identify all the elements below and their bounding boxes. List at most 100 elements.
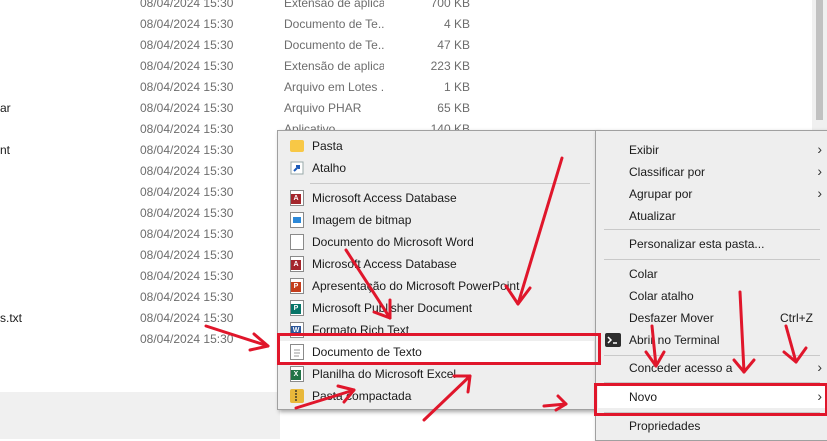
file-size: 700 KB bbox=[430, 0, 470, 10]
menu-separator bbox=[604, 355, 820, 356]
paste-shortcut-label: Colar atalho bbox=[629, 289, 694, 303]
file-size: 47 KB bbox=[437, 38, 470, 52]
file-date: 08/04/2024 15:30 bbox=[140, 80, 234, 94]
file-date: 08/04/2024 15:30 bbox=[140, 185, 234, 199]
explorer-status-area bbox=[0, 392, 280, 439]
customize-label: Personalizar esta pasta... bbox=[629, 237, 765, 251]
file-date: 08/04/2024 15:30 bbox=[140, 311, 234, 325]
file-type: Documento de Te... bbox=[284, 17, 384, 31]
file-date: 08/04/2024 15:30 bbox=[140, 227, 234, 241]
file-size: 223 KB bbox=[430, 59, 470, 73]
new-powerpoint-label: Apresentação do Microsoft PowerPoint bbox=[312, 279, 520, 293]
file-date: 08/04/2024 15:30 bbox=[140, 122, 234, 136]
new-excel-label: Planilha do Microsoft Excel bbox=[312, 367, 457, 381]
new-access-database-item-2[interactable]: A Microsoft Access Database bbox=[280, 253, 594, 275]
sort-by-label: Classificar por bbox=[629, 165, 706, 179]
file-date: 08/04/2024 15:30 bbox=[140, 290, 234, 304]
file-type: Extensão de aplica... bbox=[284, 0, 384, 10]
text-document-icon bbox=[290, 344, 304, 360]
new-publisher-label: Microsoft Publisher Document bbox=[312, 301, 473, 315]
file-row[interactable]: 08/04/2024 15:30 Arquivo em Lotes ... 1 KB bbox=[0, 77, 480, 98]
folder-icon bbox=[290, 140, 304, 152]
give-access-label: Conceder acesso a bbox=[629, 361, 733, 375]
word-document-icon bbox=[290, 234, 304, 250]
excel-icon: X bbox=[290, 366, 304, 382]
group-by-label: Agrupar por bbox=[629, 187, 693, 201]
new-folder-label: Pasta bbox=[312, 139, 343, 153]
file-name: nt bbox=[0, 143, 11, 157]
menu-item-refresh[interactable]: Atualizar bbox=[598, 205, 826, 227]
new-bitmap-item[interactable]: Imagem de bitmap bbox=[280, 209, 594, 231]
new-text-document-item[interactable]: Documento de Texto bbox=[280, 341, 594, 363]
new-word-document-item[interactable]: Documento do Microsoft Word bbox=[280, 231, 594, 253]
zip-folder-icon bbox=[290, 389, 304, 403]
rtf-icon: W bbox=[290, 322, 304, 338]
access-icon: A bbox=[290, 190, 304, 206]
file-type: Arquivo PHAR bbox=[284, 101, 362, 115]
file-type: Documento de Te... bbox=[284, 38, 384, 52]
file-row[interactable]: 08/04/2024 15:30 Documento de Te... 4 KB bbox=[0, 14, 480, 35]
new-bitmap-label: Imagem de bitmap bbox=[312, 213, 412, 227]
file-date: 08/04/2024 15:30 bbox=[140, 164, 234, 178]
chevron-right-icon: › bbox=[817, 388, 822, 404]
menu-item-paste[interactable]: Colar bbox=[598, 263, 826, 285]
new-rtf-item[interactable]: W Formato Rich Text bbox=[280, 319, 594, 341]
menu-separator bbox=[604, 259, 820, 260]
menu-item-undo-move[interactable]: Desfazer Mover Ctrl+Z bbox=[598, 307, 826, 329]
new-shortcut-item[interactable]: Atalho bbox=[280, 157, 594, 179]
view-label: Exibir bbox=[629, 143, 660, 157]
new-rtf-label: Formato Rich Text bbox=[312, 323, 410, 337]
new-folder-item[interactable]: Pasta bbox=[280, 135, 594, 157]
file-date: 08/04/2024 15:30 bbox=[140, 38, 234, 52]
publisher-icon: P bbox=[290, 300, 304, 316]
powerpoint-icon: P bbox=[290, 278, 304, 294]
new-word-document-label: Documento do Microsoft Word bbox=[312, 235, 474, 249]
menu-item-group-by[interactable]: Agrupar por › bbox=[598, 183, 826, 205]
file-size: 65 KB bbox=[437, 101, 470, 115]
access-icon: A bbox=[290, 256, 304, 272]
menu-item-customize-folder[interactable]: Personalizar esta pasta... bbox=[598, 233, 826, 255]
file-type: Arquivo em Lotes ... bbox=[284, 80, 384, 94]
chevron-right-icon: › bbox=[817, 141, 822, 157]
open-terminal-label: Abrir no Terminal bbox=[629, 333, 720, 347]
menu-item-sort-by[interactable]: Classificar por › bbox=[598, 161, 826, 183]
file-size: 4 KB bbox=[443, 17, 470, 31]
undo-move-label: Desfazer Mover bbox=[629, 311, 714, 325]
menu-item-paste-shortcut[interactable]: Colar atalho bbox=[598, 285, 826, 307]
menu-separator bbox=[604, 382, 820, 383]
file-name: ar bbox=[0, 101, 11, 115]
file-row[interactable]: 08/04/2024 15:30 Extensão de aplica... 223… bbox=[0, 56, 480, 77]
menu-item-properties[interactable]: Propriedades bbox=[598, 415, 826, 437]
file-date: 08/04/2024 15:30 bbox=[140, 269, 234, 283]
file-row[interactable]: ar 08/04/2024 15:30 Arquivo PHAR 65 KB bbox=[0, 98, 480, 119]
file-row[interactable]: 08/04/2024 15:30 Extensão de aplica... 700… bbox=[0, 0, 480, 14]
new-excel-item[interactable]: X Planilha do Microsoft Excel bbox=[280, 363, 594, 385]
new-access-database-item[interactable]: A Microsoft Access Database bbox=[280, 187, 594, 209]
new-label: Novo bbox=[629, 390, 658, 404]
refresh-label: Atualizar bbox=[629, 209, 676, 223]
menu-item-open-terminal[interactable]: Abrir no Terminal bbox=[598, 329, 826, 351]
file-date: 08/04/2024 15:30 bbox=[140, 248, 234, 262]
file-name: s.txt bbox=[0, 311, 23, 325]
menu-item-view[interactable]: Exibir › bbox=[598, 139, 826, 161]
new-powerpoint-item[interactable]: P Apresentação do Microsoft PowerPoint bbox=[280, 275, 594, 297]
file-date: 08/04/2024 15:30 bbox=[140, 59, 234, 73]
menu-item-new[interactable]: Novo › bbox=[598, 386, 826, 408]
file-date: 08/04/2024 15:30 bbox=[140, 17, 234, 31]
menu-separator bbox=[604, 412, 820, 413]
menu-item-give-access[interactable]: Conceder acesso a › bbox=[598, 357, 826, 379]
paste-label: Colar bbox=[629, 267, 658, 281]
file-date: 08/04/2024 15:30 bbox=[140, 0, 234, 10]
new-shortcut-label: Atalho bbox=[312, 161, 347, 175]
vertical-scrollbar[interactable] bbox=[812, 0, 827, 135]
new-submenu: Pasta Atalho A Microsoft Access Database… bbox=[277, 130, 597, 410]
scrollbar-thumb[interactable] bbox=[816, 0, 823, 120]
context-menu: Exibir › Classificar por › Agrupar por ›… bbox=[595, 130, 827, 441]
submenu-separator bbox=[310, 183, 590, 184]
undo-shortcut-key: Ctrl+Z bbox=[780, 311, 813, 325]
menu-separator bbox=[604, 229, 820, 230]
new-zip-folder-item[interactable]: Pasta compactada bbox=[280, 385, 594, 407]
file-row[interactable]: 08/04/2024 15:30 Documento de Te... 47 KB bbox=[0, 35, 480, 56]
properties-label: Propriedades bbox=[629, 419, 701, 433]
new-publisher-item[interactable]: P Microsoft Publisher Document bbox=[280, 297, 594, 319]
